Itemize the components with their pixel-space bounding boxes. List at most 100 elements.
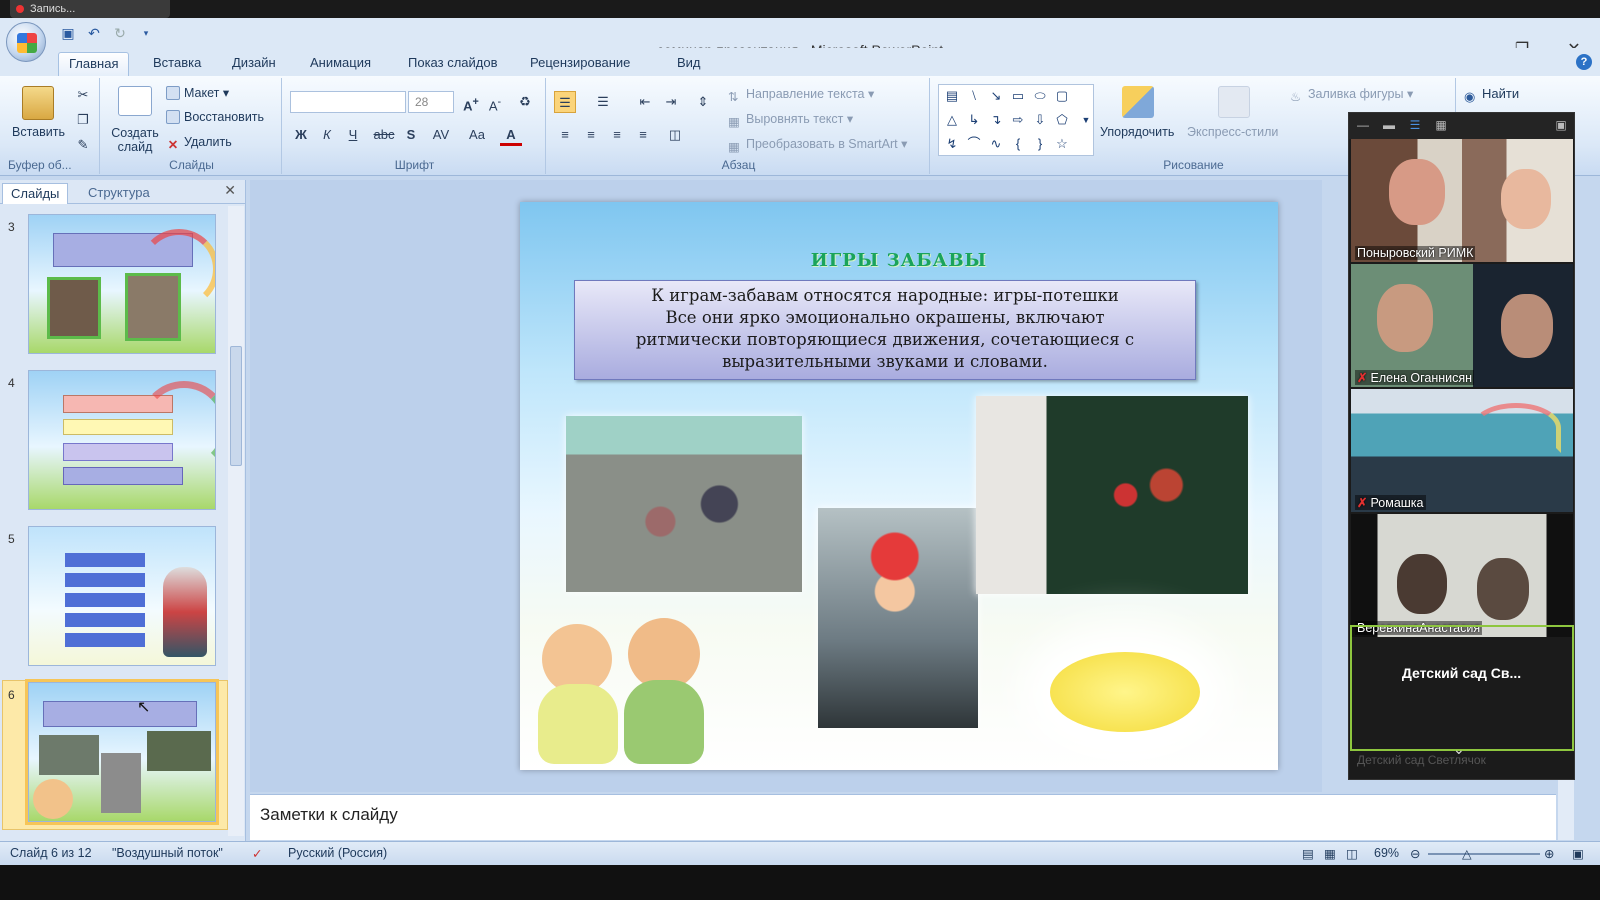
new-slide-button[interactable]: Создать слайд	[110, 126, 160, 154]
speaker-view-icon[interactable]: ☰	[1407, 118, 1423, 132]
align-text-button[interactable]: ▦ Выровнять текст ▾	[728, 111, 853, 129]
slide-textbox[interactable]: К играм-забавам относятся народные: игры…	[574, 280, 1196, 380]
zoom-level[interactable]: 69%	[1374, 846, 1399, 860]
numbering-icon[interactable]: ☰	[592, 91, 614, 113]
video-tile[interactable]: ✗ Ромашка	[1351, 389, 1573, 512]
columns-icon[interactable]: ◫	[664, 124, 686, 146]
current-slide[interactable]: ИГРЫ ЗАБАВЫ К играм-забавам относятся на…	[520, 202, 1278, 770]
zoom-in-icon[interactable]: ⊕	[1544, 846, 1554, 861]
office-button[interactable]	[6, 22, 46, 62]
video-tile[interactable]: ВеревкинаАнастасия	[1351, 514, 1573, 637]
gallery-view-icon[interactable]: ▦	[1433, 118, 1449, 132]
notes-placeholder[interactable]: Заметки к слайду	[260, 805, 398, 825]
copy-icon[interactable]: ❐	[72, 109, 94, 131]
underline-button[interactable]: Ч	[342, 124, 364, 146]
triangle-shape-icon[interactable]: △	[943, 111, 961, 129]
fit-to-window-icon[interactable]: ▣	[1572, 846, 1584, 861]
rectangle-shape-icon[interactable]: ▭	[1009, 87, 1027, 105]
slide-thumbnail-4[interactable]	[28, 370, 216, 510]
font-name-combo[interactable]	[290, 91, 406, 113]
spellcheck-icon[interactable]: ✓	[252, 846, 262, 861]
shapes-gallery[interactable]: ▤ ⧵ ↘ ▭ ⬭ ▢ △ ↳ ↴ ⇨ ⇩ ⬠ ↯ ⌒ ∿ { } ☆ ▼	[938, 84, 1094, 156]
arrange-button[interactable]: Упорядочить	[1100, 125, 1174, 139]
tab-slideshow[interactable]: Показ слайдов	[398, 52, 508, 76]
change-case-button[interactable]: Aa	[462, 124, 492, 146]
zoom-slider-thumb[interactable]: △	[1462, 846, 1472, 861]
shrink-font-icon[interactable]: A-	[484, 91, 506, 113]
thumbnails-scrollbar[interactable]	[228, 206, 244, 836]
format-painter-icon[interactable]: ✎	[72, 134, 94, 156]
tab-home[interactable]: Главная	[58, 52, 130, 76]
paste-button[interactable]: Вставить	[12, 125, 65, 139]
char-spacing-button[interactable]: AV	[426, 124, 456, 146]
reset-button[interactable]: Восстановить	[166, 110, 264, 124]
arc-shape-icon[interactable]: ⌒	[965, 135, 983, 153]
right-brace-shape-icon[interactable]: }	[1031, 135, 1049, 153]
reading-view-icon[interactable]: ◫	[1346, 846, 1358, 861]
shape-fill-button[interactable]: ♨ Заливка фигуры ▾	[1290, 86, 1413, 104]
redo-icon[interactable]: ↻	[110, 24, 130, 42]
layout-button[interactable]: Макет ▾	[166, 85, 229, 100]
decrease-indent-icon[interactable]: ⇤	[634, 91, 656, 113]
slide-thumbnail-3[interactable]	[28, 214, 216, 354]
left-brace-shape-icon[interactable]: {	[1009, 135, 1027, 153]
video-tile[interactable]: ✗ Елена Оганнисян	[1351, 264, 1573, 387]
delete-slide-button[interactable]: ✕ Удалить	[166, 135, 232, 152]
notes-pane[interactable]: Заметки к слайду	[250, 794, 1556, 840]
find-button[interactable]: ◉ Найти	[1464, 86, 1519, 104]
more-participant-name[interactable]: Детский сад Св...	[1349, 665, 1574, 681]
font-color-button[interactable]: A	[500, 124, 522, 146]
exit-panel-icon[interactable]: ▣	[1553, 118, 1569, 132]
more-shapes-icon[interactable]: ▼	[1077, 111, 1095, 129]
smartart-button[interactable]: ▦ Преобразовать в SmartArt ▾	[728, 136, 907, 154]
tab-insert[interactable]: Вставка	[143, 52, 211, 76]
video-tile[interactable]: Поныровский РИМК	[1351, 139, 1573, 262]
oval-shape-icon[interactable]: ⬭	[1031, 87, 1049, 105]
align-center-icon[interactable]: ≡	[580, 124, 602, 146]
pentagon-shape-icon[interactable]: ⬠	[1053, 111, 1071, 129]
zoom-out-icon[interactable]: ⊖	[1410, 846, 1420, 861]
zoom-slider[interactable]	[1428, 853, 1540, 855]
chevron-down-icon[interactable]: ⌄	[1453, 741, 1465, 758]
align-left-icon[interactable]: ≡	[554, 124, 576, 146]
tab-view[interactable]: Вид	[667, 52, 711, 76]
increase-indent-icon[interactable]: ⇥	[660, 91, 682, 113]
help-icon[interactable]: ?	[1576, 54, 1592, 70]
text-direction-button[interactable]: ⇅ Направление текста ▾	[728, 86, 874, 104]
shadow-button[interactable]: S	[400, 124, 422, 146]
tab-animation[interactable]: Анимация	[300, 52, 381, 76]
recording-indicator[interactable]: Запись...	[10, 0, 170, 18]
italic-button[interactable]: К	[316, 124, 338, 146]
rounded-rect-shape-icon[interactable]: ▢	[1053, 87, 1071, 105]
elbow-arrow-connector-icon[interactable]: ↴	[987, 111, 1005, 129]
curve-shape-icon[interactable]: ∿	[987, 135, 1005, 153]
photo-children-at-table[interactable]	[976, 396, 1248, 594]
slide-thumbnail-6[interactable]: ↖	[25, 679, 219, 825]
strip-view-icon[interactable]: ▬	[1381, 118, 1397, 132]
tab-slides-panel[interactable]: Слайды	[2, 183, 69, 204]
textbox-shape-icon[interactable]: ▤	[943, 87, 961, 105]
grow-font-icon[interactable]: A+	[460, 91, 482, 113]
language[interactable]: Русский (Россия)	[288, 846, 387, 860]
close-icon[interactable]: ✕	[224, 182, 236, 199]
tab-design[interactable]: Дизайн	[222, 52, 286, 76]
slide-title[interactable]: ИГРЫ ЗАБАВЫ	[520, 250, 1278, 271]
undo-icon[interactable]: ↶	[84, 24, 104, 42]
right-arrow-shape-icon[interactable]: ⇨	[1009, 111, 1027, 129]
customize-qat-icon[interactable]: ▾	[136, 24, 156, 42]
arrow-line-shape-icon[interactable]: ↘	[987, 87, 1005, 105]
star-shape-icon[interactable]: ☆	[1053, 135, 1071, 153]
tab-review[interactable]: Рецензирование	[520, 52, 640, 76]
elbow-connector-icon[interactable]: ↳	[965, 111, 983, 129]
quick-styles-button[interactable]: Экспресс-стили	[1187, 125, 1278, 139]
clear-format-icon[interactable]: ♻	[514, 91, 536, 113]
minimize-video-icon[interactable]: —	[1355, 118, 1371, 132]
bold-button[interactable]: Ж	[290, 124, 312, 146]
save-icon[interactable]: ▣	[58, 24, 78, 42]
photo-boy-in-red-hat[interactable]	[818, 508, 978, 728]
normal-view-icon[interactable]: ▤	[1302, 846, 1314, 861]
cut-icon[interactable]: ✂	[72, 84, 94, 106]
slide-sorter-icon[interactable]: ▦	[1324, 846, 1336, 861]
justify-icon[interactable]: ≡	[632, 124, 654, 146]
align-right-icon[interactable]: ≡	[606, 124, 628, 146]
